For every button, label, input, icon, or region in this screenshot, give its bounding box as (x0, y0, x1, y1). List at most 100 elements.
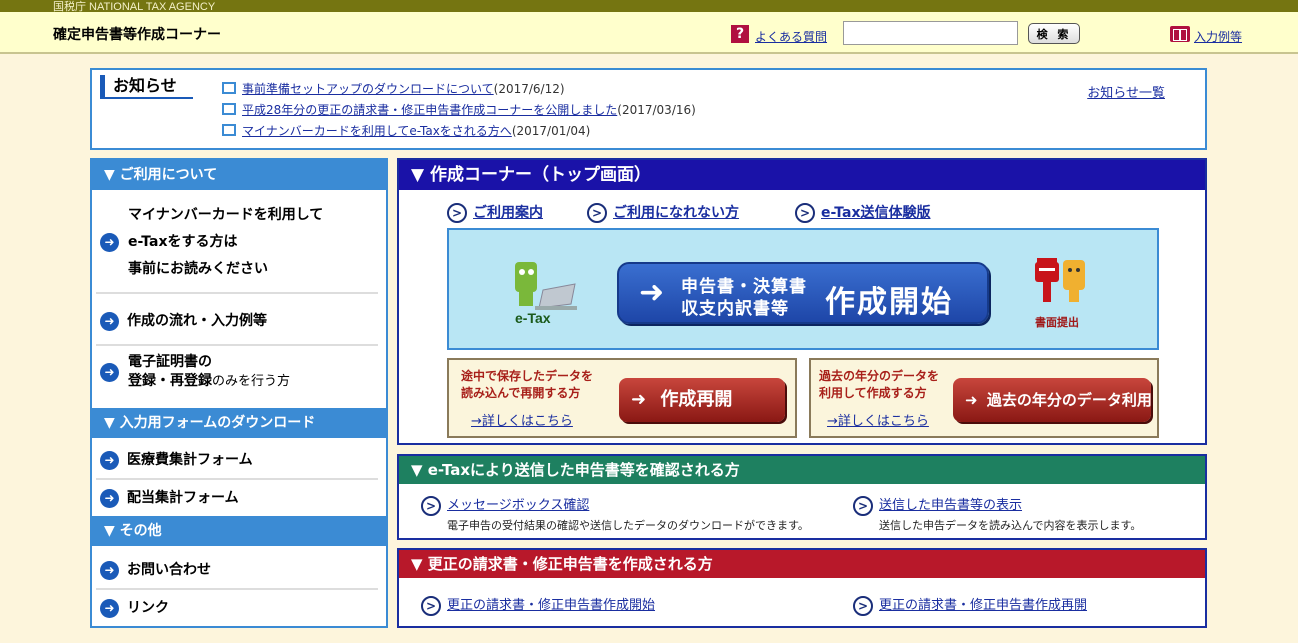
past-year-text-line: 利用して作成する方 (819, 386, 927, 400)
resume-button[interactable]: ➜ 作成再開 (619, 378, 785, 422)
window-icon (222, 124, 236, 136)
arrow-right-icon: ➜ (631, 389, 647, 410)
sent-return-link-row[interactable]: > 送信した申告書等の表示 (853, 494, 1022, 516)
sidebar: ▼ ご利用について マイナンバーカードを利用して ➜ e-Taxをする方は 事前に… (90, 158, 388, 628)
etax-label: e-Tax (515, 310, 551, 326)
past-year-panel: 過去の年分のデータを 利用して作成する方 →詳しくはこちら ➜ 過去の年分のデー… (809, 358, 1159, 438)
sidebar-item-label: 医療費集計フォーム (127, 452, 253, 468)
past-year-details-link[interactable]: →詳しくはこちら (827, 410, 929, 429)
guide-link-usage[interactable]: > ご利用案内 (447, 202, 543, 223)
past-year-description: 過去の年分のデータを 利用して作成する方 (819, 368, 939, 402)
question-icon[interactable]: ? (731, 25, 749, 43)
sidebar-item-certificate[interactable]: ➜ 電子証明書の 登録・再登録のみを行う方 (100, 353, 380, 391)
past-year-button-label: 過去の年分のデータ利用 (986, 391, 1152, 409)
amendment-start-link[interactable]: 更正の請求書・修正申告書作成開始 (447, 598, 655, 613)
guide-link-label[interactable]: ご利用案内 (473, 205, 543, 221)
arrow-right-icon: ➜ (100, 450, 119, 470)
guide-link-trial[interactable]: > e-Tax送信体験版 (795, 202, 930, 223)
notice-link[interactable]: 平成28年分の更正の請求書・修正申告書作成コーナーを公開しました (242, 103, 617, 117)
arrow-right-icon: ➜ (100, 598, 119, 618)
sidebar-item-label: のみを行う方 (212, 374, 291, 389)
start-creation-button[interactable]: ➜ 申告書・決算書 収支内訳書等 作成開始 (617, 262, 989, 324)
search-input[interactable] (843, 21, 1018, 45)
sidebar-item-flow[interactable]: ➜ 作成の流れ・入力例等 (100, 310, 380, 331)
message-box-link-row[interactable]: > メッセージボックス確認 (421, 494, 589, 516)
divider (96, 344, 378, 346)
amendment-title: ▼ 更正の請求書・修正申告書を作成される方 (399, 550, 1205, 578)
arrow-right-icon: ➜ (100, 311, 119, 331)
amendment-resume-link[interactable]: 更正の請求書・修正申告書作成再開 (879, 598, 1087, 613)
arrow-right-icon: ➜ (100, 560, 119, 580)
notice-item: 平成28年分の更正の請求書・修正申告書作成コーナーを公開しました(2017/03… (222, 101, 696, 118)
notice-date: (2017/6/12) (493, 82, 565, 96)
sidebar-item-dividend[interactable]: ➜ 配当集計フォーム (100, 487, 380, 508)
main-panel: ▼ 作成コーナー（トップ画面） > ご利用案内 > ご利用になれない方 > e-Tax… (397, 158, 1207, 445)
resume-details-link[interactable]: →詳しくはこちら (471, 410, 573, 429)
guide-link-label[interactable]: e-Tax送信体験版 (821, 205, 930, 221)
resume-text-line: 読み込んで再開する方 (461, 386, 581, 400)
chevron-right-icon: > (853, 495, 873, 516)
resume-panel: 途中で保存したデータを 読み込んで再開する方 →詳しくはこちら ➜ 作成再開 (447, 358, 797, 438)
past-year-button[interactable]: ➜ 過去の年分のデータ利用 (953, 378, 1152, 422)
sent-return-description: 送信した申告データを読み込んで内容を表示します。 (879, 519, 1142, 532)
start-button-sub2: 収支内訳書等 (681, 299, 789, 319)
amendment-resume-row[interactable]: > 更正の請求書・修正申告書作成再開 (853, 594, 1087, 616)
resume-text-line: 途中で保存したデータを (461, 369, 594, 383)
notice-link[interactable]: マイナンバーカードを利用してe-Taxをされる方へ (242, 124, 512, 138)
divider (96, 478, 378, 480)
main-panel-title: ▼ 作成コーナー（トップ画面） (399, 160, 1205, 190)
sidebar-item-label: 電子証明書の (128, 354, 212, 370)
notice-date: (2017/03/16) (617, 103, 696, 117)
sidebar-item-mynumber[interactable]: マイナンバーカードを利用して ➜ e-Taxをする方は 事前にお読みください (100, 202, 380, 283)
past-year-text-line: 過去の年分のデータを (819, 369, 940, 383)
agency-bar: 国税庁 NATIONAL TAX AGENCY (0, 0, 1298, 13)
notice-item: 事前準備セットアップのダウンロードについて(2017/6/12) (222, 80, 565, 97)
chevron-right-icon: > (447, 203, 467, 223)
notice-link[interactable]: 事前準備セットアップのダウンロードについて (242, 82, 494, 96)
arrow-right-icon: ➜ (100, 233, 119, 252)
sidebar-item-label: リンク (127, 600, 169, 616)
message-box-link[interactable]: メッセージボックス確認 (447, 498, 589, 513)
sidebar-item-link[interactable]: ➜ リンク (100, 597, 380, 618)
chevron-right-icon: > (421, 595, 441, 616)
search-button[interactable]: 検 索 (1028, 23, 1080, 44)
guide-link-unavailable[interactable]: > ご利用になれない方 (587, 202, 739, 223)
resume-description: 途中で保存したデータを 読み込んで再開する方 (461, 368, 593, 402)
notice-title: お知らせ (100, 75, 193, 99)
sidebar-item-contact[interactable]: ➜ お問い合わせ (100, 559, 380, 580)
chevron-right-icon: > (421, 495, 441, 516)
start-button-label: 作成開始 (825, 285, 953, 320)
sent-return-link[interactable]: 送信した申告書等の表示 (879, 498, 1022, 513)
guide-link-label[interactable]: ご利用になれない方 (613, 205, 739, 221)
input-example-link[interactable]: 入力例等 (1194, 28, 1242, 45)
book-icon[interactable] (1170, 26, 1190, 42)
site-header: 確定申告書等作成コーナー ? よくある質問 検 索 入力例等 (0, 12, 1298, 54)
chevron-right-icon: > (587, 203, 607, 223)
start-panel: e-Tax ➜ 申告書・決算書 収支内訳書等 作成開始 書面提出 (447, 228, 1159, 350)
notice-panel: お知らせ 事前準備セットアップのダウンロードについて(2017/6/12) 平成… (90, 68, 1207, 150)
divider (96, 588, 378, 590)
amendment-panel: ▼ 更正の請求書・修正申告書を作成される方 > 更正の請求書・修正申告書作成開始 … (397, 548, 1207, 628)
sidebar-item-label: e-Taxをする方は (128, 234, 238, 250)
resume-button-label: 作成再開 (660, 389, 733, 410)
sidebar-section-other: ▼ その他 (92, 516, 386, 546)
sidebar-section-download: ▼ 入力用フォームのダウンロード (92, 408, 386, 438)
arrow-right-icon: ➜ (965, 391, 978, 409)
mailbox-icon (1035, 258, 1085, 302)
paper-submission-label: 書面提出 (1035, 316, 1079, 329)
faq-link[interactable]: よくある質問 (755, 28, 827, 45)
sidebar-item-label: お問い合わせ (127, 562, 211, 578)
chevron-right-icon: > (853, 595, 873, 616)
sidebar-item-medical[interactable]: ➜ 医療費集計フォーム (100, 449, 380, 470)
arrow-right-icon: ➜ (639, 275, 665, 310)
chevron-right-icon: > (795, 203, 815, 223)
sidebar-item-label: マイナンバーカードを利用して (128, 207, 324, 223)
arrow-right-icon: ➜ (100, 363, 119, 382)
divider (96, 292, 378, 294)
notice-list-link[interactable]: お知らせ一覧 (1087, 82, 1165, 101)
message-box-description: 電子申告の受付結果の確認や送信したデータのダウンロードができます。 (447, 519, 809, 532)
amendment-start-row[interactable]: > 更正の請求書・修正申告書作成開始 (421, 594, 655, 616)
sidebar-section-usage: ▼ ご利用について (92, 160, 386, 190)
site-title[interactable]: 確定申告書等作成コーナー (53, 24, 221, 44)
sidebar-item-label: 登録・再登録 (128, 373, 212, 389)
